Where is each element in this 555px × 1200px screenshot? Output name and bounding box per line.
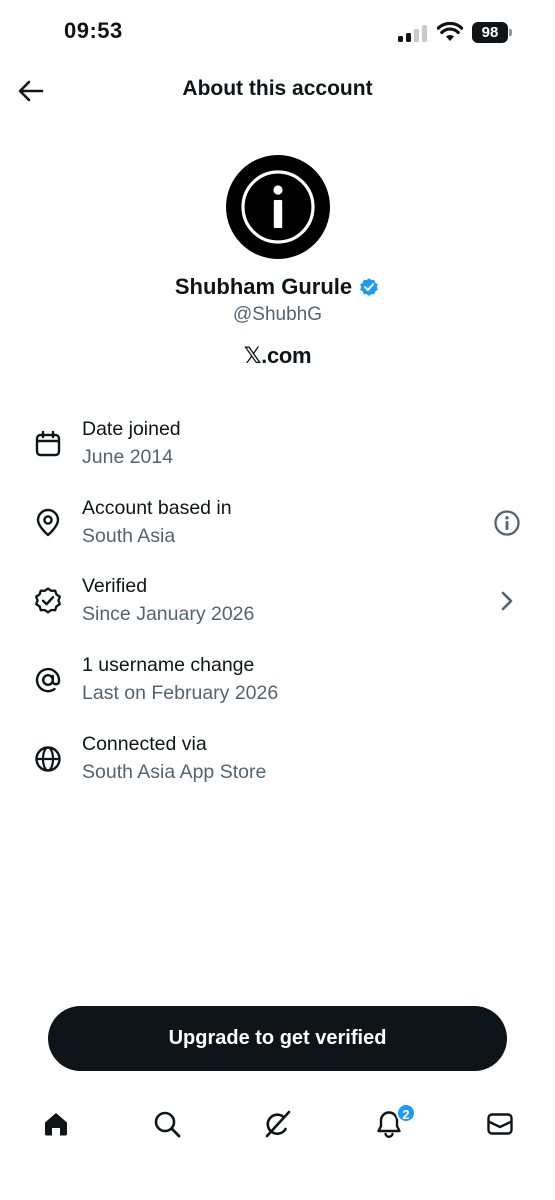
detail-title: Connected via xyxy=(82,733,207,755)
verified-badge-icon xyxy=(360,278,378,296)
display-name-row: Shubham Gurule xyxy=(0,274,555,300)
tab-grok[interactable] xyxy=(260,1106,296,1142)
bottom-tab-bar xyxy=(0,1098,555,1154)
page-title: About this account xyxy=(182,77,373,100)
avatar xyxy=(226,155,330,259)
detail-row-verified[interactable]: Verified Since January 2026 xyxy=(0,572,555,636)
cellular-signal-icon xyxy=(398,24,428,42)
globe-icon xyxy=(35,746,61,772)
tab-home[interactable] xyxy=(38,1106,74,1142)
calendar-icon xyxy=(35,430,61,457)
detail-row-account-based-in: Account based in South Asia xyxy=(0,494,555,558)
detail-title: Date joined xyxy=(82,418,181,440)
info-circle-icon[interactable] xyxy=(492,508,522,538)
home-icon xyxy=(45,1113,67,1136)
verified-outline-icon xyxy=(35,587,61,614)
battery-indicator: 98 xyxy=(472,22,512,43)
detail-title: Verified xyxy=(82,575,148,597)
chevron-right-icon[interactable] xyxy=(492,586,522,616)
detail-subtitle: Last on February 2026 xyxy=(82,682,279,704)
display-name: Shubham Gurule xyxy=(174,274,353,299)
upgrade-to-verified-button[interactable]: Upgrade to get verified xyxy=(48,1006,507,1071)
detail-title: Account based in xyxy=(82,497,232,519)
detail-row-username-change: 1 username change Last on February 2026 xyxy=(0,651,555,715)
status-bar: 09:53 98 xyxy=(0,0,555,64)
detail-subtitle: South Asia xyxy=(82,525,176,547)
handle: @ShubhG xyxy=(232,304,322,325)
detail-title: 1 username change xyxy=(82,654,255,676)
detail-subtitle: Since January 2026 xyxy=(82,603,255,625)
detail-row-date-joined: Date joined June 2014 xyxy=(0,415,555,479)
battery-level: 98 xyxy=(472,22,508,43)
search-icon xyxy=(154,1111,181,1138)
detail-subtitle: June 2014 xyxy=(82,446,174,468)
detail-row-connected-via: Connected via South Asia App Store xyxy=(0,730,555,794)
site-label: 𝕏.com xyxy=(243,343,312,368)
notifications-badge: 2 xyxy=(396,1103,416,1123)
status-time: 09:53 xyxy=(64,18,123,43)
wifi-icon xyxy=(436,21,464,42)
at-sign-icon xyxy=(35,667,61,693)
detail-subtitle: South Asia App Store xyxy=(82,761,267,783)
messages-mail-icon xyxy=(487,1113,513,1135)
location-pin-icon xyxy=(36,508,60,537)
info-icon xyxy=(241,170,315,244)
tab-messages[interactable] xyxy=(482,1106,518,1142)
grok-icon xyxy=(265,1110,291,1138)
tab-search[interactable] xyxy=(149,1106,185,1142)
